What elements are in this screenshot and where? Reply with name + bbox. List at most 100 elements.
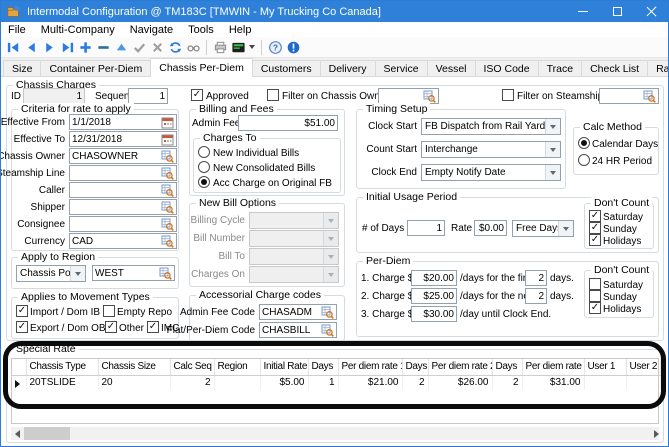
col-days-3[interactable]: Days — [492, 359, 522, 375]
menu-multi-company[interactable]: Multi-Company — [41, 24, 115, 36]
screen-toggle-button[interactable] — [229, 38, 247, 56]
initial-saturday-checkbox[interactable] — [589, 210, 601, 222]
empty-repo-checkbox[interactable] — [103, 305, 115, 317]
imc-checkbox[interactable] — [147, 321, 159, 333]
col-user-1[interactable]: User 1 — [584, 359, 626, 375]
chevron-down-icon[interactable] — [545, 165, 560, 180]
perdiem-saturday-checkbox[interactable] — [589, 278, 601, 290]
chevron-down-icon[interactable] — [545, 119, 560, 134]
consignee-field[interactable] — [69, 216, 177, 232]
per-diem-rate3-field[interactable]: $30.00 — [411, 306, 457, 322]
tab-chassis-per-diem[interactable]: Chassis Per-Diem — [150, 58, 253, 77]
date-picker-icon[interactable] — [161, 116, 174, 129]
prior-record-button[interactable] — [22, 38, 40, 56]
caller-field[interactable] — [69, 182, 177, 198]
print-button[interactable] — [211, 38, 229, 56]
tab-size[interactable]: Size — [3, 60, 41, 76]
menu-navigate[interactable]: Navigate — [130, 24, 173, 36]
perdiem-sunday-checkbox[interactable] — [589, 290, 601, 302]
initial-usage-type-dropdown[interactable]: Free Days — [512, 220, 574, 237]
lookup-icon[interactable] — [161, 184, 174, 197]
per-diem-days1-field[interactable]: 2 — [525, 270, 547, 286]
filter-chassis-owner-field[interactable] — [378, 88, 439, 104]
other-checkbox[interactable] — [105, 321, 117, 333]
tab-vessel[interactable]: Vessel — [427, 60, 476, 76]
cell-per-diem-rate-1[interactable]: $21.00 — [338, 375, 402, 390]
region-type-dropdown[interactable]: Chassis Pool — [16, 265, 86, 282]
approved-checkbox[interactable] — [191, 89, 203, 101]
clock-start-dropdown[interactable]: FB Dispatch from Rail Yard — [421, 118, 561, 135]
col-per-diem-rate-1[interactable]: Per diem rate 1 — [338, 359, 402, 375]
post-edit-button[interactable] — [130, 38, 148, 56]
import-dom-ib-checkbox[interactable] — [16, 305, 28, 317]
date-picker-icon[interactable] — [161, 133, 174, 146]
chassis-owner-field[interactable]: CHASOWNER — [69, 148, 177, 164]
col-initial-rate[interactable]: Initial Rate — [260, 359, 308, 375]
24hr-period-radio[interactable] — [578, 154, 590, 166]
grid-data-row[interactable]: 20TSLIDE 20 2 $5.00 1 $21.00 2 $26.00 2 … — [12, 375, 660, 390]
maximize-button[interactable] — [600, 1, 634, 22]
col-chassis-type[interactable]: Chassis Type — [26, 359, 98, 375]
per-diem-rate2-field[interactable]: $25.00 — [411, 288, 457, 304]
delete-record-button[interactable] — [94, 38, 112, 56]
cell-chassis-type[interactable]: 20TSLIDE — [26, 375, 98, 390]
col-chassis-size[interactable]: Chassis Size — [98, 359, 170, 375]
acc-charge-original-fb-radio[interactable] — [198, 176, 210, 188]
per-diem-rate1-field[interactable]: $20.00 — [411, 270, 457, 286]
cell-per-diem-rate-2[interactable]: $26.00 — [428, 375, 492, 390]
admin-fee-code-field[interactable]: CHASADM — [259, 304, 337, 320]
scrollbar-thumb[interactable] — [24, 427, 70, 440]
tab-check-list[interactable]: Check List — [581, 60, 648, 76]
scroll-left-button[interactable] — [11, 427, 24, 440]
filter-steamship-checkbox[interactable] — [502, 89, 514, 101]
view-button[interactable] — [184, 38, 202, 56]
close-button[interactable] — [634, 1, 668, 22]
admin-fee-field[interactable]: $51.00 — [238, 115, 338, 131]
perdiem-holidays-checkbox[interactable] — [589, 302, 601, 314]
count-start-dropdown[interactable]: Interchange — [421, 141, 561, 158]
per-diem-days2-field[interactable]: 2 — [525, 288, 547, 304]
steamship-line-field[interactable] — [69, 165, 177, 181]
minimize-button[interactable] — [566, 1, 600, 22]
chevron-down-icon[interactable] — [558, 221, 573, 236]
lookup-icon[interactable] — [161, 218, 174, 231]
lookup-icon[interactable] — [161, 235, 174, 248]
cancel-edit-button[interactable] — [148, 38, 166, 56]
tab-delivery[interactable]: Delivery — [320, 60, 376, 76]
menu-file[interactable]: File — [8, 24, 26, 36]
lookup-icon[interactable] — [161, 167, 174, 180]
about-button[interactable] — [284, 38, 302, 56]
new-individual-bills-radio[interactable] — [198, 146, 210, 158]
effective-from-field[interactable]: 1/1/2018 — [69, 114, 177, 130]
col-region[interactable]: Region — [214, 359, 260, 375]
effective-to-field[interactable]: 12/31/2018 — [69, 131, 177, 147]
menu-tools[interactable]: Tools — [188, 24, 214, 36]
shipper-field[interactable] — [69, 199, 177, 215]
lookup-icon[interactable] — [321, 324, 334, 337]
tab-container-per-diem[interactable]: Container Per-Diem — [40, 60, 151, 76]
cell-days-3[interactable]: 2 — [492, 375, 522, 390]
col-calc-seq[interactable]: Calc Seq — [170, 359, 214, 375]
filter-chassis-owner-checkbox[interactable] — [267, 89, 279, 101]
lookup-icon[interactable] — [161, 150, 174, 163]
special-rate-grid[interactable]: Chassis Type Chassis Size Calc Seq Regio… — [11, 358, 659, 424]
clock-end-dropdown[interactable]: Empty Notify Date — [421, 164, 561, 181]
chevron-down-icon[interactable] — [70, 266, 85, 281]
region-field[interactable]: WEST — [92, 265, 175, 281]
tab-service[interactable]: Service — [375, 60, 428, 76]
cell-initial-rate[interactable]: $5.00 — [260, 375, 308, 390]
cell-days-1[interactable]: 1 — [308, 375, 338, 390]
screen-dropdown-caret-icon[interactable] — [247, 38, 257, 56]
menu-help[interactable]: Help — [229, 24, 252, 36]
insert-record-button[interactable] — [76, 38, 94, 56]
scroll-right-button[interactable] — [646, 427, 659, 440]
cell-per-diem-rate-3[interactable]: $31.00 — [522, 375, 584, 390]
col-user-2[interactable]: User 2 — [626, 359, 660, 375]
calendar-days-radio[interactable] — [578, 137, 590, 149]
sort-ascending-button[interactable] — [112, 38, 130, 56]
cell-user-2[interactable] — [626, 375, 660, 390]
flat-perdiem-code-field[interactable]: CHASBILL — [259, 322, 337, 338]
lookup-icon[interactable] — [423, 90, 436, 103]
filter-steamship-field[interactable] — [599, 88, 659, 104]
cell-user-1[interactable] — [584, 375, 626, 390]
